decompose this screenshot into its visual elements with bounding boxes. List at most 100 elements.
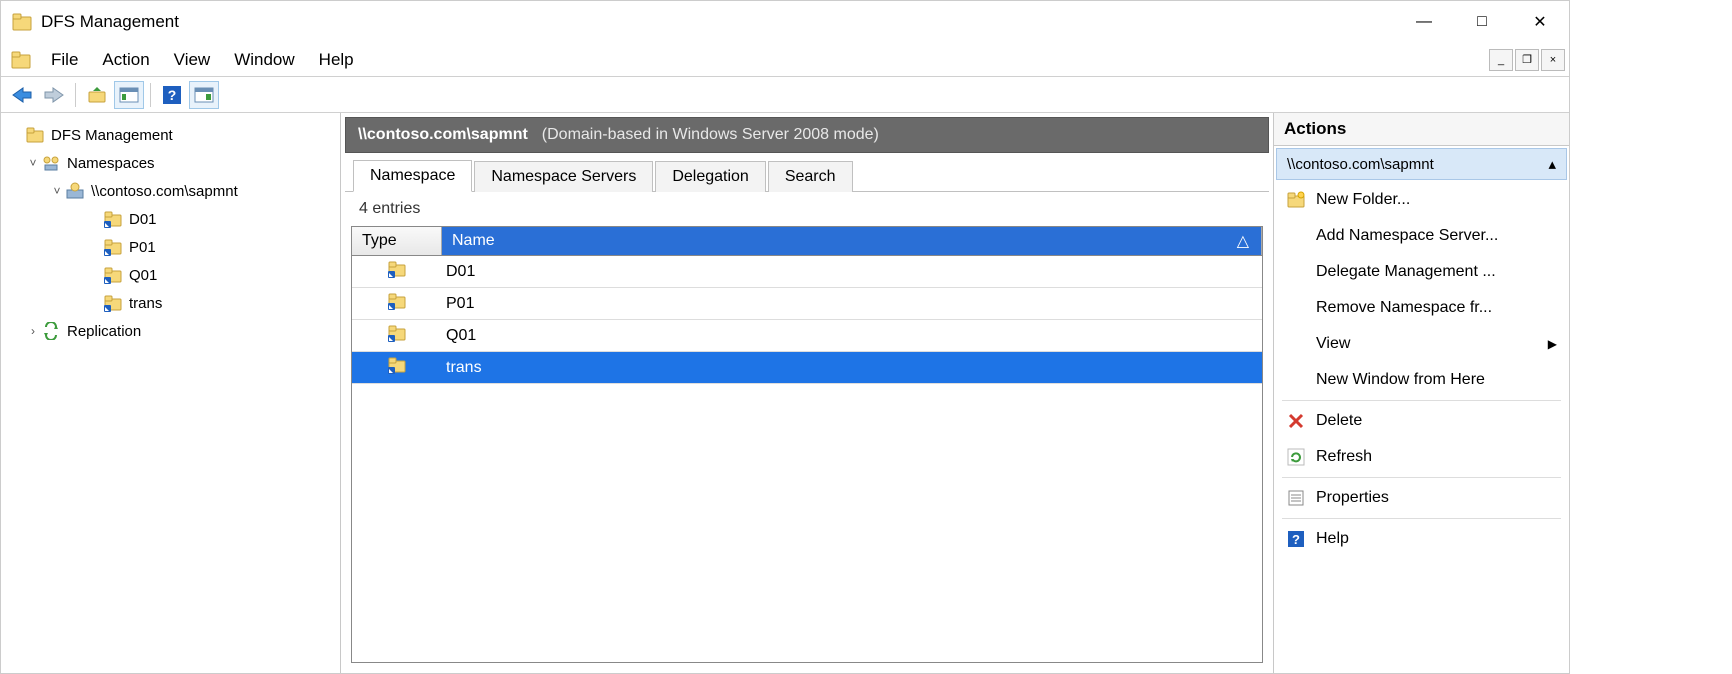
folder-shortcut-icon: [388, 324, 406, 347]
action-item[interactable]: ?Help: [1274, 521, 1569, 557]
tree-folder-item[interactable]: P01: [5, 233, 336, 261]
toolbar-up-button[interactable]: [82, 81, 112, 109]
tab-delegation[interactable]: Delegation: [655, 161, 766, 192]
cell-type: [352, 260, 442, 283]
mdi-minimize-button[interactable]: _: [1489, 49, 1513, 71]
expand-twisty-icon[interactable]: ˅: [25, 156, 41, 170]
grid: Type Name △ D01 P01 Q01 trans: [351, 226, 1263, 663]
folder-shortcut-icon: [388, 260, 406, 283]
action-item[interactable]: Delete: [1274, 403, 1569, 439]
folder-shortcut-icon: [388, 292, 406, 315]
blank-icon: [1286, 334, 1306, 354]
cell-name: D01: [442, 263, 1262, 281]
folder-shortcut-icon: [103, 265, 123, 285]
namespaces-icon: [41, 153, 61, 173]
folder-shortcut-icon: [103, 209, 123, 229]
grid-header: Type Name △: [352, 227, 1262, 256]
actions-title: Actions: [1274, 113, 1569, 146]
toolbar-separator: [150, 83, 151, 107]
action-item-label: Delete: [1316, 412, 1362, 430]
table-row[interactable]: trans: [352, 352, 1262, 384]
tree-folder-item[interactable]: trans: [5, 289, 336, 317]
toolbar-help-button[interactable]: ?: [157, 81, 187, 109]
menu-help[interactable]: Help: [307, 46, 366, 74]
tree-replication[interactable]: › Replication: [5, 317, 336, 345]
tree-folder-item[interactable]: D01: [5, 205, 336, 233]
main-area: DFS Management ˅ Namespaces ˅ \\contoso.…: [1, 113, 1569, 673]
mdi-close-button[interactable]: ×: [1541, 49, 1565, 71]
tree-folder-item[interactable]: Q01: [5, 261, 336, 289]
blank-icon: [1286, 370, 1306, 390]
submenu-arrow-icon: ▶: [1548, 337, 1557, 351]
menu-action[interactable]: Action: [90, 46, 161, 74]
table-row[interactable]: P01: [352, 288, 1262, 320]
action-item[interactable]: Refresh: [1274, 439, 1569, 475]
menu-view[interactable]: View: [162, 46, 223, 74]
tree-pane: DFS Management ˅ Namespaces ˅ \\contoso.…: [1, 113, 341, 673]
column-header-name-label: Name: [452, 232, 495, 250]
action-item-label: Delegate Management ...: [1316, 263, 1496, 281]
column-header-name[interactable]: Name △: [442, 227, 1262, 255]
cell-name: trans: [442, 359, 1262, 377]
close-button[interactable]: ✕: [1511, 2, 1569, 42]
cell-name: Q01: [442, 327, 1262, 345]
expand-twisty-icon[interactable]: ›: [25, 324, 41, 338]
expand-twisty-icon[interactable]: ˅: [49, 184, 65, 198]
action-item[interactable]: View ▶: [1274, 326, 1569, 362]
minimize-button[interactable]: —: [1395, 2, 1453, 42]
table-row[interactable]: D01: [352, 256, 1262, 288]
svg-text:?: ?: [168, 87, 177, 103]
cell-type: [352, 356, 442, 379]
column-header-type[interactable]: Type: [352, 227, 442, 255]
app-icon: [11, 11, 33, 33]
menu-file[interactable]: File: [39, 46, 90, 74]
table-row[interactable]: Q01: [352, 320, 1262, 352]
toolbar-back-button[interactable]: [7, 81, 37, 109]
folder-shortcut-icon: [103, 237, 123, 257]
content-pane: \\contoso.com\sapmnt (Domain-based in Wi…: [341, 113, 1273, 673]
action-item[interactable]: Properties: [1274, 480, 1569, 516]
tree-root[interactable]: DFS Management: [5, 121, 336, 149]
action-item-label: Remove Namespace fr...: [1316, 299, 1492, 317]
action-item-label: New Window from Here: [1316, 371, 1485, 389]
tab-namespace[interactable]: Namespace: [353, 160, 472, 192]
action-separator: [1282, 400, 1561, 401]
dfs-root-icon: [25, 125, 45, 145]
actions-pane: Actions \\contoso.com\sapmnt ▴ New Folde…: [1273, 113, 1569, 673]
action-item[interactable]: Remove Namespace fr...: [1274, 290, 1569, 326]
properties-icon: [1286, 488, 1306, 508]
action-item[interactable]: New Folder...: [1274, 182, 1569, 218]
toolbar-showhide-button[interactable]: [114, 81, 144, 109]
collapse-icon[interactable]: ▴: [1548, 155, 1556, 173]
titlebar: DFS Management — □ ✕: [1, 1, 1569, 43]
cell-name: P01: [442, 295, 1262, 313]
action-item[interactable]: Delegate Management ...: [1274, 254, 1569, 290]
menubar-icon: [9, 48, 33, 72]
tree-namespace-path-label: \\contoso.com\sapmnt: [91, 183, 238, 200]
toolbar-showhide2-button[interactable]: [189, 81, 219, 109]
svg-text:?: ?: [1292, 532, 1300, 547]
action-item-label: Add Namespace Server...: [1316, 227, 1498, 245]
namespace-icon: [65, 181, 85, 201]
mdi-restore-button[interactable]: ❐: [1515, 49, 1539, 71]
toolbar-forward-button[interactable]: [39, 81, 69, 109]
menubar: File Action View Window Help _ ❐ ×: [1, 43, 1569, 77]
maximize-button[interactable]: □: [1453, 2, 1511, 42]
action-item-label: New Folder...: [1316, 191, 1410, 209]
help-icon: ?: [1286, 529, 1306, 549]
tree-folder-label: Q01: [129, 267, 157, 284]
tree-namespaces[interactable]: ˅ Namespaces: [5, 149, 336, 177]
cell-type: [352, 292, 442, 315]
tabstrip: Namespace Namespace Servers Delegation S…: [345, 153, 1269, 192]
tree-namespace-path[interactable]: ˅ \\contoso.com\sapmnt: [5, 177, 336, 205]
menu-window[interactable]: Window: [222, 46, 306, 74]
action-item[interactable]: New Window from Here: [1274, 362, 1569, 398]
delete-icon: [1286, 411, 1306, 431]
actions-context-header[interactable]: \\contoso.com\sapmnt ▴: [1276, 148, 1567, 180]
action-item[interactable]: Add Namespace Server...: [1274, 218, 1569, 254]
action-item-label: View: [1316, 335, 1350, 353]
tree-namespaces-label: Namespaces: [67, 155, 155, 172]
tab-namespace-servers[interactable]: Namespace Servers: [474, 161, 653, 192]
tab-search[interactable]: Search: [768, 161, 853, 192]
tree-replication-label: Replication: [67, 323, 141, 340]
